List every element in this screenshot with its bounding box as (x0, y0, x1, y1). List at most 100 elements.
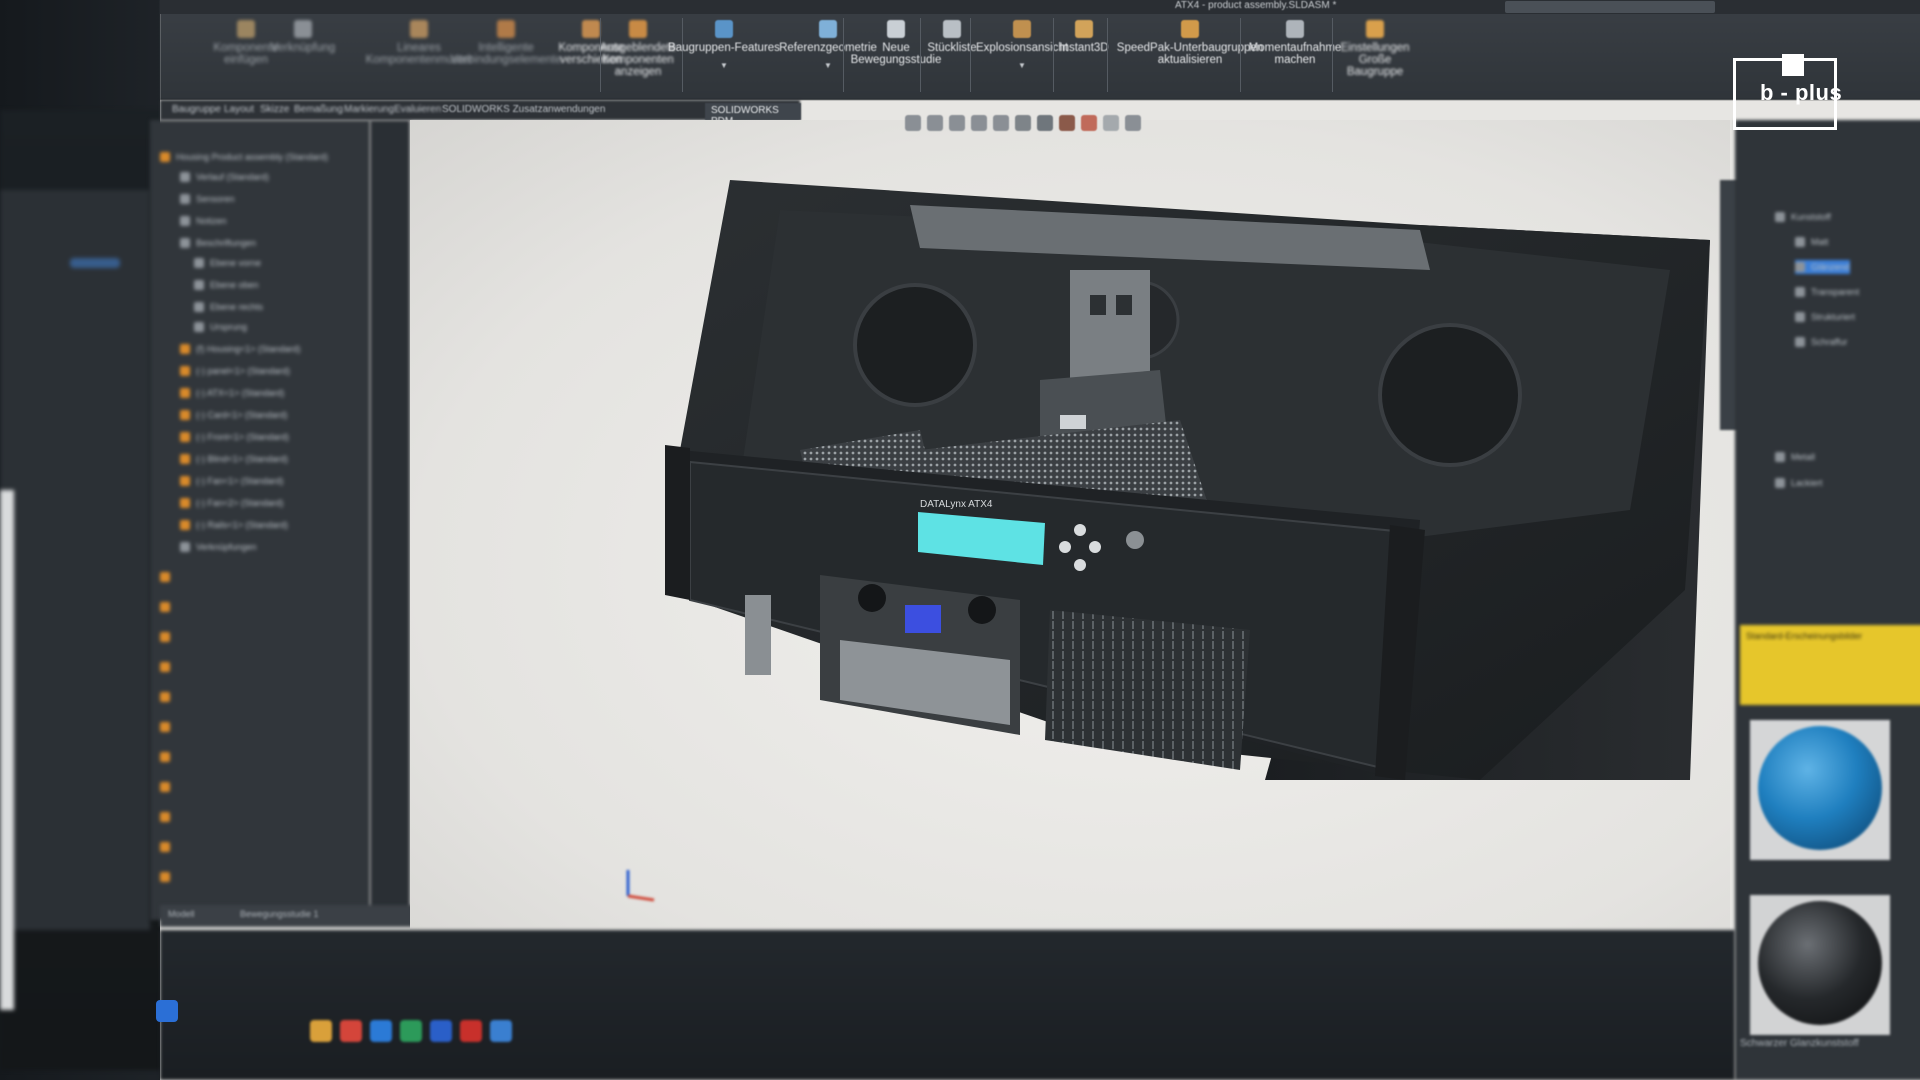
tab-dimension[interactable]: Bemaßung (294, 104, 343, 115)
tree-row[interactable]: (-) Fan<1> (Standard) (180, 474, 284, 488)
file-explorer-icon[interactable] (310, 1020, 332, 1042)
window-title: ATX4 - product assembly.SLDASM * (1175, 0, 1337, 11)
bracket-window (1090, 295, 1106, 315)
tree-row[interactable]: Housing Product assembly (Standard) (160, 150, 328, 164)
previous-view-icon[interactable] (949, 115, 965, 131)
appearance-folder[interactable]: Transparent (1795, 285, 1859, 299)
ribbon-linear-pattern-button[interactable]: Lineares Komponentenmuster (366, 20, 472, 94)
windows-taskbar (160, 930, 1735, 1080)
power-knob (1126, 531, 1144, 549)
browser-icon[interactable] (340, 1020, 362, 1042)
solidworks-icon[interactable] (460, 1020, 482, 1042)
swatch-label: Schwarzer Glanzkunststoff (1740, 1038, 1859, 1049)
tree-row[interactable]: Ebene oben (194, 278, 259, 292)
ribbon-mate-button[interactable]: Verknüpfung (271, 20, 335, 94)
outlook-icon[interactable] (430, 1020, 452, 1042)
tree-row[interactable] (160, 720, 170, 734)
edit-appearance-icon[interactable] (1081, 115, 1097, 131)
tree-row[interactable] (160, 690, 170, 704)
hide-show-icon[interactable] (1059, 115, 1075, 131)
tree-row[interactable]: Ursprung (194, 320, 247, 334)
view-orientation-icon[interactable] (1015, 115, 1031, 131)
tab-evaluate[interactable]: Evaluieren (394, 104, 441, 115)
folder-icon (1795, 287, 1805, 297)
assembly-features-icon (715, 20, 733, 38)
zoom-area-icon[interactable] (927, 115, 943, 131)
view-settings-icon[interactable] (1125, 115, 1141, 131)
knob-right (968, 596, 996, 624)
desk-scene: ATX4 - product assembly.SLDASM * Kompone… (0, 0, 1920, 1080)
chevron-down-icon[interactable]: ▼ (824, 60, 832, 72)
tree-row[interactable]: (-) Card<1> (Standard) (180, 408, 288, 422)
tree-row[interactable]: (-) Fan<2> (Standard) (180, 496, 284, 510)
app-icon[interactable] (490, 1020, 512, 1042)
appearance-folder[interactable]: Strukturiert (1795, 310, 1855, 324)
appearance-folder[interactable]: Kunststoff (1775, 210, 1831, 224)
chevron-down-icon[interactable]: ▼ (1018, 60, 1026, 72)
section-view-icon[interactable] (971, 115, 987, 131)
swatch-preview (1758, 901, 1882, 1025)
tree-row[interactable]: (-) ATX<1> (Standard) (180, 386, 284, 400)
tree-row[interactable]: Ebene rechts (194, 300, 263, 314)
tree-row[interactable] (160, 840, 170, 854)
tree-row[interactable]: Ebene vorne (194, 256, 261, 270)
tree-row[interactable]: (-) Blind<1> (Standard) (180, 452, 288, 466)
teams-icon[interactable] (400, 1020, 422, 1042)
tab-model[interactable]: Modell (168, 909, 195, 919)
tab-assembly[interactable]: Baugruppe (172, 104, 221, 115)
chevron-down-icon[interactable]: ▼ (720, 60, 728, 72)
secondary-monitor-indicator (70, 258, 120, 268)
tree-row[interactable] (160, 660, 170, 674)
coordinate-triad (626, 870, 655, 902)
ribbon-insert-component-button[interactable]: Komponente einfügen (213, 20, 279, 94)
start-icon[interactable] (156, 1000, 178, 1022)
tree-row[interactable] (160, 810, 170, 824)
ribbon-instant3d-button[interactable]: Instant3D (1055, 20, 1113, 94)
tree-row[interactable] (160, 780, 170, 794)
tree-row[interactable] (160, 600, 170, 614)
insert-component-icon (237, 20, 255, 38)
tree-row[interactable]: Verlauf (Standard) (180, 170, 269, 184)
heads-up-view-toolbar (905, 113, 1141, 133)
tab-markup[interactable]: Markierung (344, 104, 394, 115)
appearance-swatch-black[interactable] (1750, 895, 1890, 1035)
tab-addins[interactable]: SOLIDWORKS Zusatzanwendungen (442, 104, 605, 115)
tree-row[interactable]: Beschriftungen (180, 236, 256, 250)
appearance-folder[interactable]: Lackiert (1775, 476, 1823, 490)
tree-row[interactable] (160, 750, 170, 764)
ribbon-snapshot-button[interactable]: Momentaufnahme machen (1245, 20, 1345, 94)
part-icon (160, 782, 170, 792)
appearance-folder[interactable]: Metall (1775, 450, 1815, 464)
assembly-model[interactable]: DATALynx ATX4 (520, 180, 1720, 960)
tree-row[interactable]: (f) Housing<1> (Standard) (180, 342, 301, 356)
tree-row[interactable] (160, 630, 170, 644)
tree-row[interactable]: (-) Rails<1> (Standard) (180, 518, 288, 532)
appearance-swatch-blue[interactable] (1750, 720, 1890, 860)
tree-row[interactable] (160, 870, 170, 884)
appearance-folder-selected[interactable]: Glänzend (1795, 260, 1850, 274)
ribbon-large-assembly-button[interactable]: Einstellungen Große Baugruppe (1335, 20, 1415, 94)
tree-row[interactable]: Verknüpfungen (180, 540, 257, 554)
display-style-icon[interactable] (1037, 115, 1053, 131)
ribbon-show-hidden-button[interactable]: Ausgeblendete Komponenten anzeigen (600, 20, 676, 94)
dynamic-annotation-icon[interactable] (993, 115, 1009, 131)
plane-icon (194, 258, 204, 268)
ribbon-smart-fasteners-button[interactable]: Intelligente Verbindungselemente (450, 20, 562, 94)
appearance-folder[interactable]: Matt (1795, 235, 1829, 249)
tree-row[interactable]: Sensoren (180, 192, 235, 206)
tab-pdm[interactable]: SOLIDWORKS PDM (705, 103, 801, 127)
tab-motion-study[interactable]: Bewegungsstudie 1 (240, 909, 319, 919)
tree-row[interactable]: (-) panel<1> (Standard) (180, 364, 290, 378)
tree-row[interactable]: (-) Front<1> (Standard) (180, 430, 289, 444)
zoom-fit-icon[interactable] (905, 115, 921, 131)
apply-scene-icon[interactable] (1103, 115, 1119, 131)
search-box[interactable] (1505, 1, 1715, 13)
tab-sketch[interactable]: Skizze (260, 104, 289, 115)
tree-row[interactable]: Notizen (180, 214, 227, 228)
edge-icon[interactable] (370, 1020, 392, 1042)
appearance-folder[interactable]: Schraffur (1795, 335, 1847, 349)
tab-layout[interactable]: Layout (224, 104, 254, 115)
tree-row[interactable] (160, 570, 170, 584)
bracket-window (1116, 295, 1132, 315)
ribbon-assembly-features-button[interactable]: Baugruppen-Features ▼ (668, 20, 780, 94)
